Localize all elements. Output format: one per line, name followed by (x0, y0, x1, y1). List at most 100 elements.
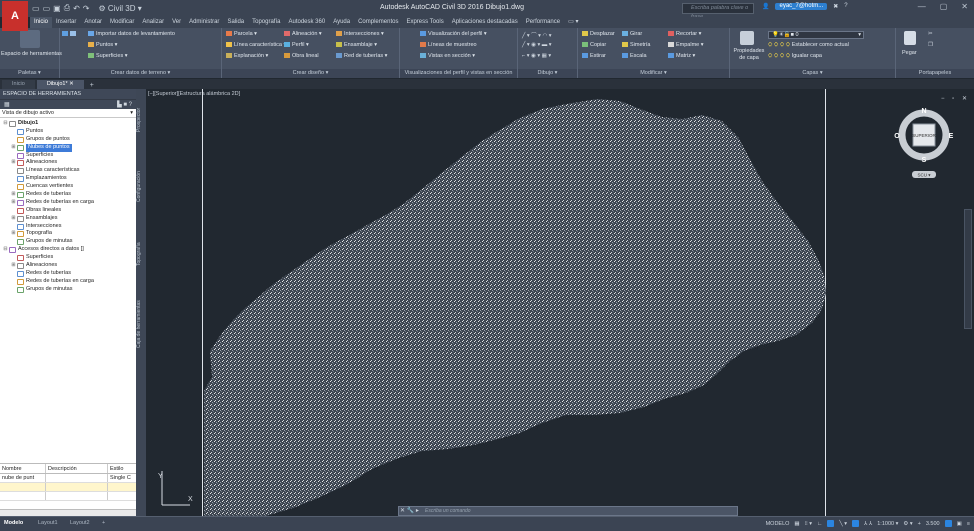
tab-configuracion[interactable]: Configuración (136, 155, 146, 219)
grid-icon[interactable]: ▦ (794, 521, 799, 527)
application-menu-button[interactable]: A (2, 1, 28, 31)
snap-icon[interactable]: ⁞⁞ ▾ (805, 521, 812, 527)
gear-icon[interactable]: ⚙ ▾ (903, 521, 912, 527)
group-title-modificar[interactable]: Modificar ▾ (578, 69, 729, 78)
tab-prospector[interactable]: Prospector (136, 95, 146, 145)
viewport-window-controls[interactable]: − ▫ ✕ (941, 95, 970, 102)
col-descripcion[interactable]: Descripción (46, 464, 108, 473)
tree-item[interactable]: Cuencas vertientes (0, 183, 136, 191)
print-icon[interactable]: ⎙ (64, 3, 70, 13)
tree-item[interactable]: Superficies (0, 152, 136, 160)
minimize-button[interactable]: — (918, 2, 926, 11)
fillet-button[interactable]: Empalme ▾ (668, 42, 704, 48)
tab-ayuda[interactable]: Ayuda (329, 17, 354, 28)
scale-button[interactable]: Escala (622, 53, 647, 59)
horizontal-scrollbar[interactable] (0, 509, 136, 516)
array-button[interactable]: Matriz ▾ (668, 53, 695, 59)
plus-icon[interactable]: + (918, 521, 921, 527)
expand-icon[interactable]: ⊞ (10, 230, 17, 238)
alignment-button[interactable]: Alineación ▾ (284, 31, 322, 37)
parcel-button[interactable]: Parcela ▾ (226, 31, 257, 37)
layer-properties-icon[interactable] (740, 31, 754, 45)
help-icon[interactable]: ? (844, 3, 847, 10)
feature-line-button[interactable]: Línea característica ▾ (226, 42, 286, 48)
points-button[interactable]: Puntos ▾ (88, 42, 117, 48)
expand-icon[interactable]: ⊟ (2, 120, 9, 128)
group-title-capas[interactable]: Capas ▾ (730, 69, 895, 78)
save-icon[interactable]: ▣ (53, 4, 61, 13)
command-line-input[interactable]: Escriba un comando (398, 506, 738, 516)
tree-item[interactable]: Obras lineales (0, 207, 136, 215)
tab-modelo[interactable]: Modelo (4, 520, 23, 526)
expand-icon[interactable]: ⊞ (10, 159, 17, 167)
layer-dropdown[interactable]: 💡☀🔓■ 0 ▾ (768, 31, 864, 39)
intersections-button[interactable]: Intersecciones ▾ (336, 31, 384, 37)
expand-icon[interactable]: ⊞ (10, 191, 17, 199)
tab-salida[interactable]: Salida (223, 17, 248, 28)
tree-item[interactable]: ⊞ Ensamblajes (0, 215, 136, 223)
tree-item[interactable]: ⊞ Alineaciones (0, 262, 136, 270)
circle-tools-icon[interactable]: ╱ ▾ ◉ ▾ ▬ ▾ (522, 42, 552, 48)
section-views-button[interactable]: Vistas en sección ▾ (420, 53, 475, 59)
profile-view-button[interactable]: Visualización del perfil ▾ (420, 31, 487, 37)
drawing-area[interactable]: [−][Superior][Estructura alámbrica 2D] −… (146, 89, 974, 516)
annotation-icon[interactable]: ⅄ ⅄ (864, 521, 872, 527)
new-icon[interactable]: ▭ (32, 4, 40, 13)
tab-ver[interactable]: Ver (168, 17, 185, 28)
doc-tab-inicio[interactable]: Inicio (2, 80, 35, 89)
tree-item[interactable]: Emplazamientos (0, 175, 136, 183)
tree-item[interactable]: ⊞ Nubes de puntos (0, 143, 136, 152)
tab-topografia[interactable]: Topografía (248, 17, 284, 28)
tab-layout2[interactable]: Layout2 (70, 520, 90, 526)
tree-item[interactable]: Grupos de puntos (0, 136, 136, 144)
new-tab-button[interactable]: + (84, 82, 100, 89)
isolate-icon[interactable] (944, 520, 952, 527)
tab-administrar[interactable]: Administrar (185, 17, 223, 28)
ribbon-toggle-icon[interactable]: ▭ ▾ (564, 17, 582, 28)
tab-express-tools[interactable]: Express Tools (402, 17, 447, 28)
paste-icon[interactable] (904, 31, 916, 45)
expand-icon[interactable]: ⊟ (2, 246, 9, 254)
add-layout-button[interactable]: + (102, 520, 105, 526)
tree-item[interactable]: Redes de tuberías en carga (0, 278, 136, 286)
toggle-icon[interactable]: ▙ (117, 102, 122, 108)
polyline-tools-icon[interactable]: ⌐ ▾ ◉ ▾ ▦ ▾ (522, 53, 551, 59)
corridor-button[interactable]: Obra lineal (284, 53, 319, 59)
col-nombre[interactable]: Nombre (0, 464, 46, 473)
search-input[interactable]: Escriba palabra clave o frase (682, 3, 754, 20)
customize-icon[interactable]: ≡ (967, 521, 970, 527)
tab-analizar[interactable]: Analizar (138, 17, 168, 28)
doc-tab-dibujo1[interactable]: Dibujo1* ✕ (36, 80, 84, 89)
help-toolspace-icon[interactable]: ? (129, 102, 132, 108)
sample-lines-button[interactable]: Líneas de muestreo (420, 42, 477, 48)
workspace-selector[interactable]: ⚙ Civil 3D ▾ (99, 4, 142, 13)
tab-topografia-side[interactable]: Topografía (136, 229, 146, 279)
table-row[interactable]: nube de punt Single C (0, 474, 136, 483)
move-button[interactable]: Desplazar (582, 31, 615, 37)
pipe-network-button[interactable]: Red de tuberías ▾ (336, 53, 387, 59)
expand-icon[interactable]: ⊞ (10, 215, 17, 223)
layer-properties-button[interactable]: Propiedades de capa (732, 48, 766, 62)
model-space-toggle[interactable]: MODELO (766, 521, 790, 527)
surfaces-button[interactable]: Superficies ▾ (88, 53, 128, 59)
tab-autodesk-360[interactable]: Autodesk 360 (284, 17, 329, 28)
col-estilo[interactable]: Estilo (108, 464, 136, 473)
view-selector[interactable]: Vista de dibujo activo ▾ (0, 109, 136, 118)
close-icon[interactable]: ✕ (69, 81, 74, 87)
expand-icon[interactable]: ⊞ (10, 144, 17, 152)
tab-layout1[interactable]: Layout1 (38, 520, 58, 526)
status-value[interactable]: 3.500 (926, 521, 940, 527)
tree-item[interactable]: ⊟ Accesos directos a datos [] (0, 246, 136, 254)
tree-item[interactable]: Grupos de minutas (0, 286, 136, 294)
annotation-scale[interactable]: 1:1000 ▾ (877, 521, 898, 527)
import-survey-button[interactable]: Importar datos de levantamiento (88, 31, 175, 37)
expand-icon[interactable]: ⊞ (10, 262, 17, 270)
group-title-dibujo[interactable]: Dibujo ▾ (518, 69, 577, 78)
copy-button[interactable]: Copiar (582, 42, 606, 48)
tree-item[interactable]: Puntos (0, 128, 136, 136)
assembly-button[interactable]: Ensamblaje ▾ (336, 42, 377, 48)
match-layer-button[interactable]: ⛭ ⛭ ⛭ ⛭ Igualar capa (768, 53, 822, 60)
rotate-button[interactable]: Girar (622, 31, 642, 37)
osnap-icon[interactable] (851, 520, 859, 527)
tree-item[interactable]: ⊞ Redes de tuberías en carga (0, 199, 136, 207)
